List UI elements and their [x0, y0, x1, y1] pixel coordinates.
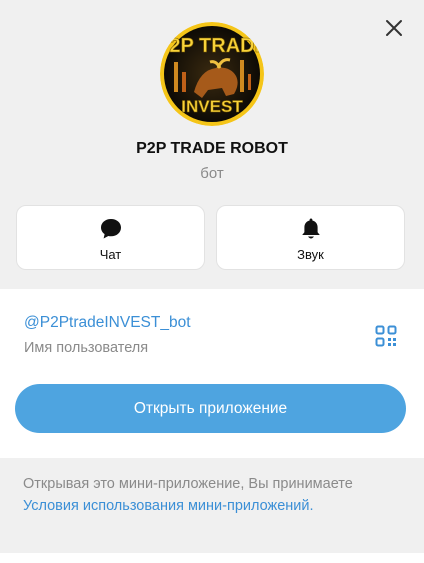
bull-logo-icon: P2P TRADE INVEST — [160, 22, 264, 126]
username-caption: Имя пользователя — [24, 340, 149, 356]
terms-text: Открывая это мини-приложение, Вы принима… — [23, 476, 353, 492]
bot-name: P2P TRADE ROBOT — [136, 140, 288, 157]
sound-label: Звук — [297, 247, 324, 262]
close-button[interactable] — [382, 14, 406, 42]
qr-code-button[interactable] — [375, 325, 397, 347]
close-icon — [386, 20, 402, 36]
sound-button[interactable]: Звук — [216, 205, 405, 270]
open-app-button[interactable]: Открыть приложение — [15, 384, 406, 433]
info-card: @P2PtradeINVEST_bot Имя пользователя Отк… — [0, 289, 424, 458]
terms-link[interactable]: Условия использования мини-приложений. — [23, 498, 314, 514]
profile-header: P2P TRADE INVEST P2P TRADE ROBOT бот Чат… — [0, 0, 424, 289]
terms-notice: Открывая это мини-приложение, Вы принима… — [23, 473, 383, 517]
qr-code-icon — [375, 325, 397, 347]
bot-type: бот — [200, 165, 224, 182]
bottom-divider — [0, 553, 424, 563]
svg-text:INVEST: INVEST — [181, 97, 243, 116]
avatar: P2P TRADE INVEST — [160, 22, 264, 126]
bell-icon — [300, 217, 322, 241]
chat-button[interactable]: Чат — [16, 205, 205, 270]
svg-text:P2P TRADE: P2P TRADE — [160, 35, 264, 57]
chat-bubble-icon — [99, 217, 123, 241]
username-link[interactable]: @P2PtradeINVEST_bot — [24, 314, 191, 332]
chat-label: Чат — [99, 247, 122, 262]
